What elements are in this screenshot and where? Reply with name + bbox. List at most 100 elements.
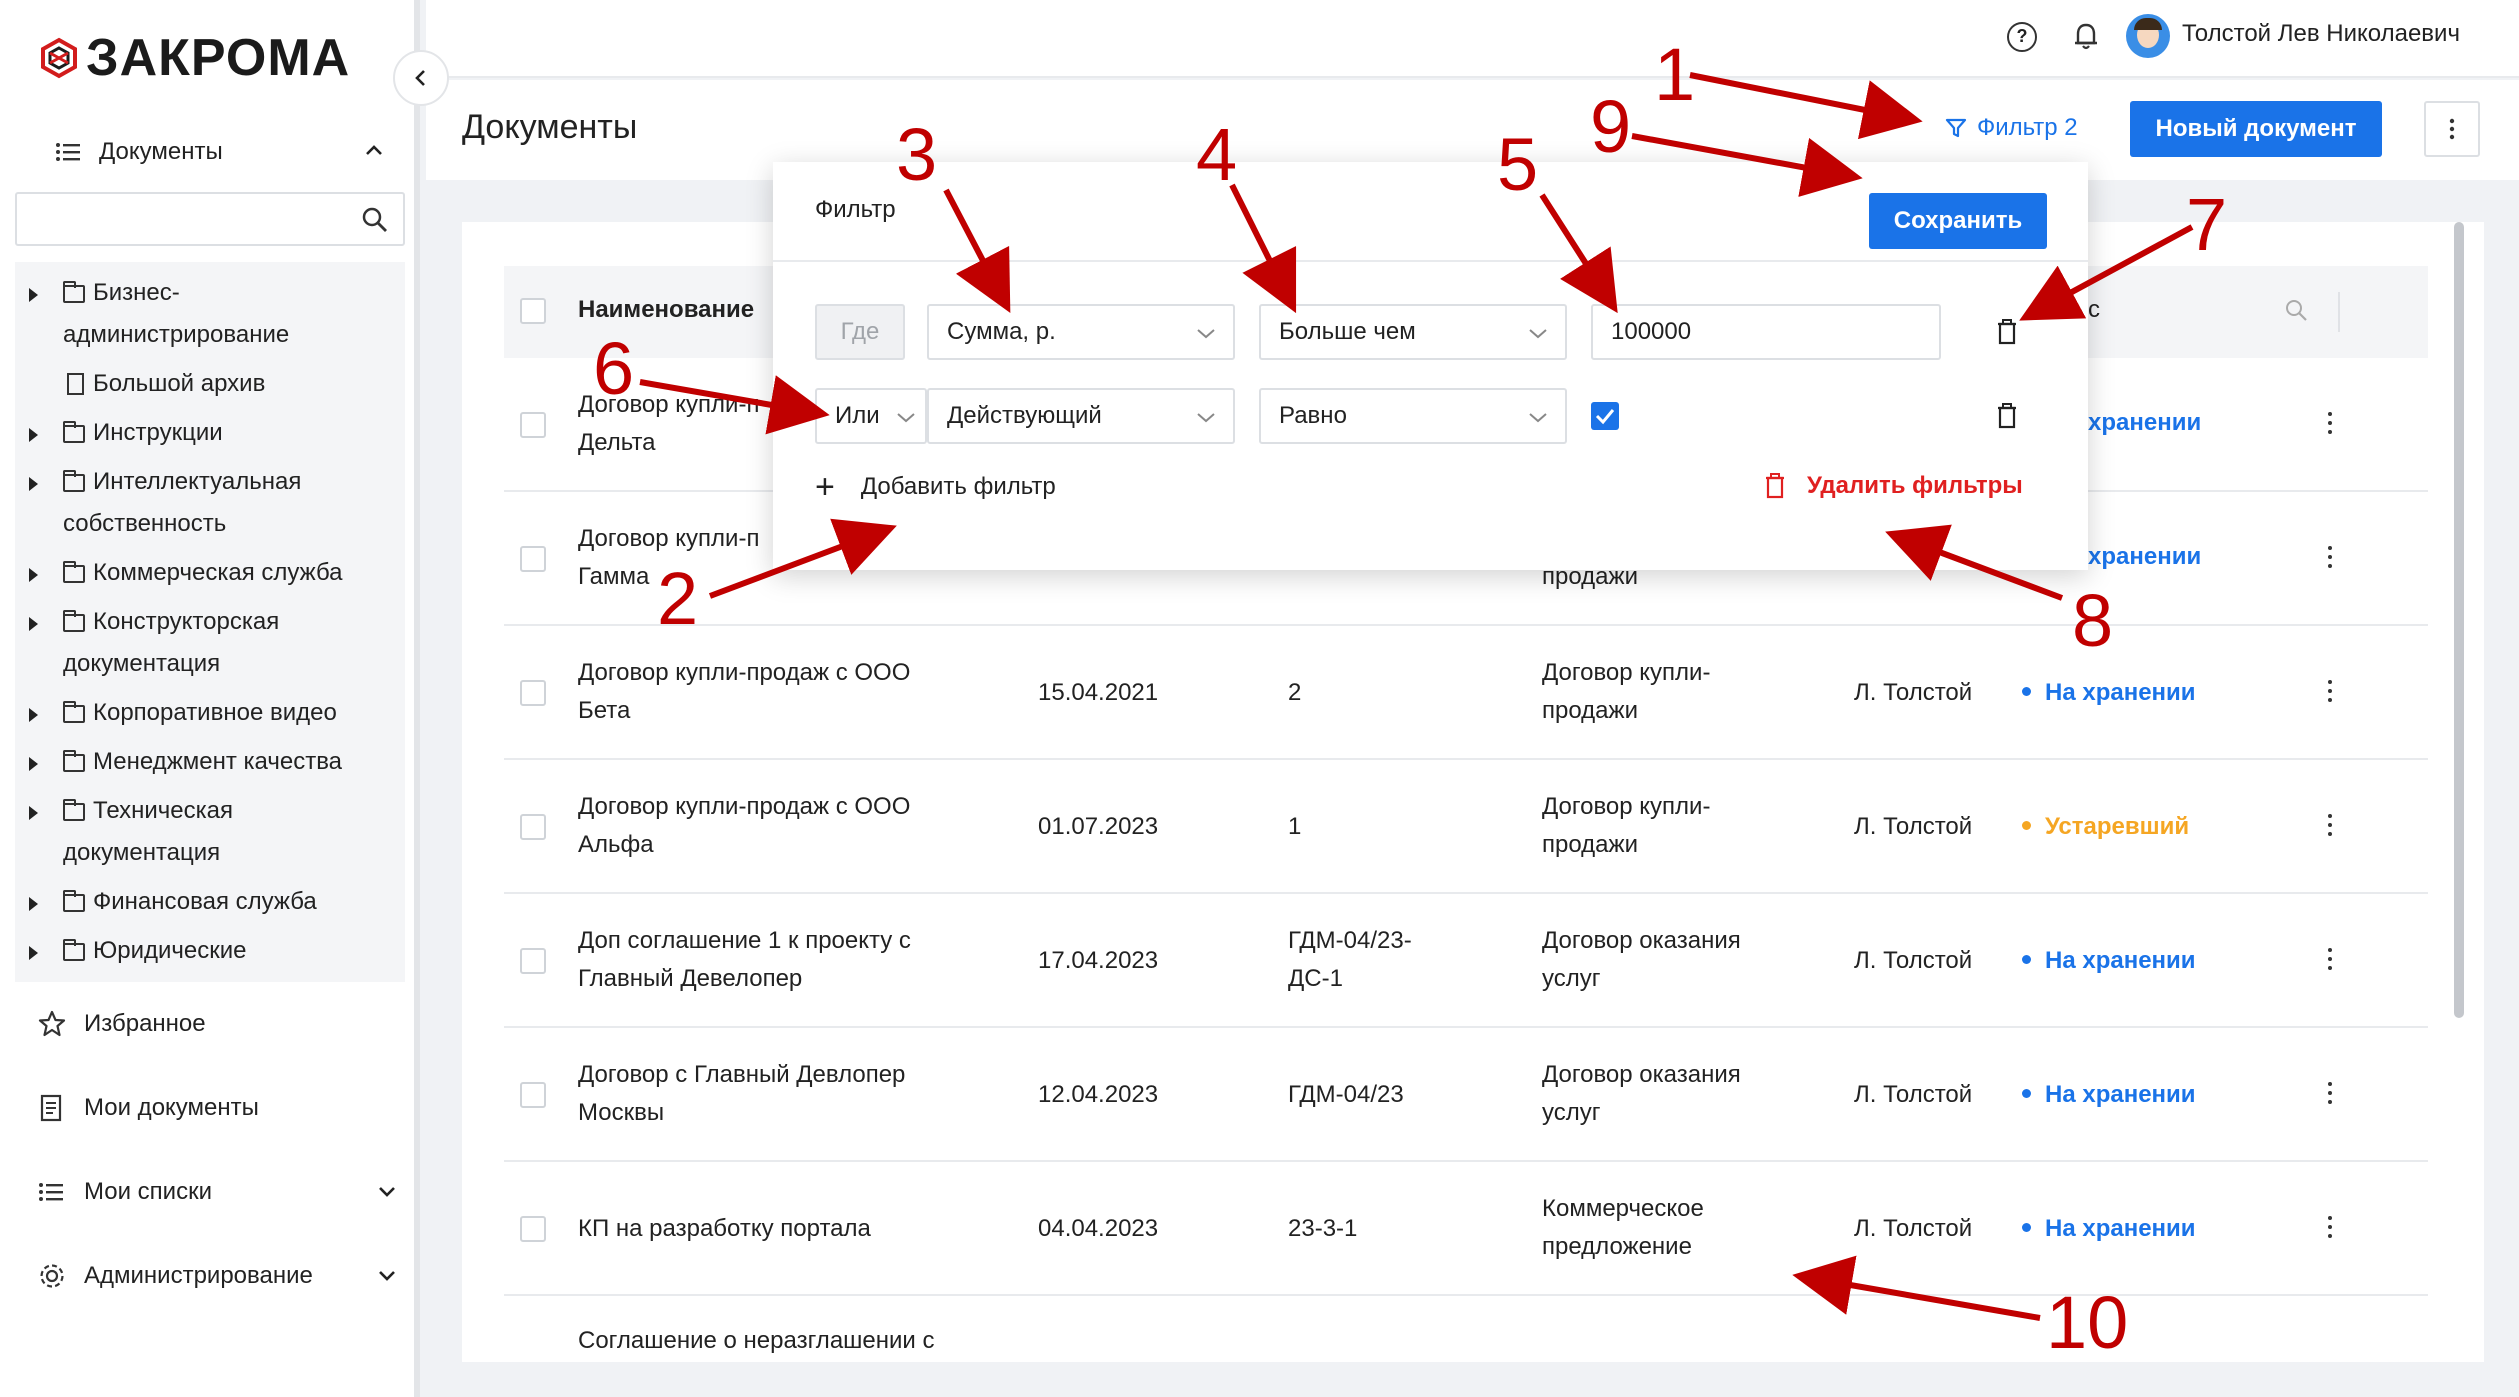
status-badge: На хранении — [2022, 1076, 2196, 1114]
cell-name[interactable]: Доп соглашение 1 к проекту с — [578, 922, 911, 960]
cell-name-cont[interactable]: Москвы — [578, 1094, 664, 1132]
filter-operator-select[interactable]: Больше чем — [1259, 304, 1567, 360]
row-checkbox[interactable] — [520, 948, 546, 974]
status-dot — [2022, 1223, 2031, 1233]
expand-icon[interactable] — [29, 946, 38, 960]
filter-field-select[interactable]: Сумма, р. — [927, 304, 1235, 360]
add-filter-button[interactable]: + Добавить фильтр — [815, 470, 1056, 504]
filter-popup: Фильтр Сохранить Где Сумма, р. Больше че… — [773, 162, 2088, 570]
row-more-button[interactable] — [2326, 680, 2334, 708]
column-header-name[interactable]: Наименование — [578, 296, 754, 324]
table-row[interactable]: Договор с Главный Девлопер Москвы 12.04.… — [504, 1028, 2428, 1162]
annotation-number-2: 2 — [657, 557, 699, 640]
more-actions-button[interactable] — [2424, 101, 2480, 157]
cell-type-cont: услуг — [1542, 965, 1601, 992]
filter-prefix-where: Где — [815, 304, 905, 360]
row-checkbox[interactable] — [520, 1082, 546, 1108]
cell-name-cont[interactable]: Альфа — [578, 826, 654, 864]
expand-icon[interactable] — [29, 428, 38, 442]
cell-name-cont[interactable]: Главный Девелопер — [578, 960, 802, 998]
expand-icon[interactable] — [29, 897, 38, 911]
filter-operator-select[interactable]: Равно — [1259, 388, 1567, 444]
cell-name-cont[interactable]: Бета — [578, 692, 630, 730]
status-label: Устаревший — [2045, 813, 2190, 840]
expand-icon[interactable] — [29, 477, 38, 491]
cell-author: Л. Толстой — [1854, 1215, 1973, 1242]
cell-name[interactable]: Договор купли-п — [578, 520, 759, 558]
row-checkbox[interactable] — [520, 680, 546, 706]
row-checkbox[interactable] — [520, 814, 546, 840]
tree-item-label-cont: документация — [63, 839, 221, 866]
cell-number: 23-3-1 — [1288, 1215, 1358, 1242]
table-row[interactable]: Доп соглашение 1 к проекту с Главный Дев… — [504, 894, 2428, 1028]
save-filter-button[interactable]: Сохранить — [1869, 193, 2047, 249]
file-icon — [67, 373, 84, 395]
cell-name[interactable]: Договор купли-продаж с ООО — [578, 654, 910, 692]
row-more-button[interactable] — [2326, 948, 2334, 976]
user-name[interactable]: Толстой Лев Николаевич — [2182, 20, 2460, 48]
search-icon[interactable] — [361, 206, 389, 234]
row-more-button[interactable] — [2326, 1082, 2334, 1110]
expand-icon[interactable] — [29, 617, 38, 631]
chevron-down-icon[interactable] — [376, 1180, 398, 1202]
table-row[interactable]: КП на разработку портала 04.04.2023 23-3… — [504, 1162, 2428, 1296]
row-more-button[interactable] — [2326, 546, 2334, 574]
cell-author: Л. Толстой — [1854, 813, 1973, 840]
annotation-number-7: 7 — [2186, 183, 2228, 266]
status-dot — [2022, 1089, 2031, 1099]
filter-value-checkbox[interactable] — [1591, 402, 1619, 430]
cell-name[interactable]: Договор с Главный Девлопер — [578, 1056, 905, 1094]
sidebar-documents-section[interactable]: Документы — [55, 132, 385, 172]
sidebar-my-documents[interactable]: Мои документы — [38, 1086, 398, 1130]
sidebar-favorites-label: Избранное — [84, 1010, 206, 1037]
table-row[interactable]: Договор купли-продаж с ООО Альфа 01.07.2… — [504, 760, 2428, 894]
search-icon[interactable] — [2284, 298, 2308, 322]
row-more-button[interactable] — [2326, 814, 2334, 842]
expand-icon[interactable] — [29, 708, 38, 722]
cell-name-cont[interactable]: Гамма — [578, 558, 649, 596]
chevron-down-icon — [1197, 329, 1215, 339]
row-more-button[interactable] — [2326, 412, 2334, 440]
row-checkbox[interactable] — [520, 1216, 546, 1242]
folder-icon — [63, 561, 85, 583]
expand-icon[interactable] — [29, 806, 38, 820]
cell-name[interactable]: КП на разработку портала — [578, 1210, 871, 1248]
row-checkbox[interactable] — [520, 412, 546, 438]
annotation-number-3: 3 — [896, 113, 938, 196]
chevron-up-icon[interactable] — [363, 140, 385, 162]
delete-filters-button[interactable]: Удалить фильтры — [1763, 472, 2023, 500]
trash-icon[interactable] — [1995, 402, 2019, 430]
chevron-down-icon[interactable] — [376, 1264, 398, 1286]
filter-button[interactable]: Фильтр 2 — [1945, 114, 2078, 142]
row-more-button[interactable] — [2326, 1216, 2334, 1244]
sidebar-favorites[interactable]: Избранное — [38, 1002, 398, 1046]
sidebar-my-lists[interactable]: Мои списки — [38, 1170, 398, 1214]
table-scrollbar[interactable] — [2454, 222, 2464, 1018]
new-document-button[interactable]: Новый документ — [2130, 101, 2382, 157]
filter-value-input[interactable]: 100000 — [1591, 304, 1941, 360]
trash-icon[interactable] — [1995, 318, 2019, 346]
table-row[interactable]: Соглашение о неразглашении с — [504, 1296, 2428, 1362]
expand-icon[interactable] — [29, 288, 38, 302]
sidebar-administration[interactable]: Администрирование — [38, 1254, 398, 1298]
column-header-status[interactable]: с — [2088, 296, 2100, 324]
sidebar-search-input[interactable] — [15, 192, 405, 246]
expand-icon[interactable] — [29, 568, 38, 582]
tree-item-label: Техническая — [93, 797, 234, 824]
row-checkbox[interactable] — [520, 546, 546, 572]
filter-field-select[interactable]: Действующий — [927, 388, 1235, 444]
table-row[interactable]: Договор купли-продаж с ООО Бета 15.04.20… — [504, 626, 2428, 760]
expand-icon[interactable] — [29, 757, 38, 771]
bell-icon[interactable] — [2072, 20, 2100, 52]
collapse-sidebar-button[interactable] — [393, 50, 449, 106]
cell-type: Договор купли- — [1542, 793, 1711, 820]
cell-name-cont[interactable]: Дельта — [578, 424, 656, 462]
logo[interactable]: ЗАКРОМА — [38, 28, 350, 88]
help-icon[interactable]: ? — [2007, 22, 2037, 52]
avatar[interactable] — [2126, 14, 2170, 58]
filter-logic-select[interactable]: Или — [815, 388, 927, 444]
filter-operator-value: Равно — [1279, 402, 1347, 429]
cell-name[interactable]: Соглашение о неразглашении с — [578, 1322, 935, 1360]
cell-name[interactable]: Договор купли-продаж с ООО — [578, 788, 910, 826]
select-all-checkbox[interactable] — [520, 298, 546, 324]
